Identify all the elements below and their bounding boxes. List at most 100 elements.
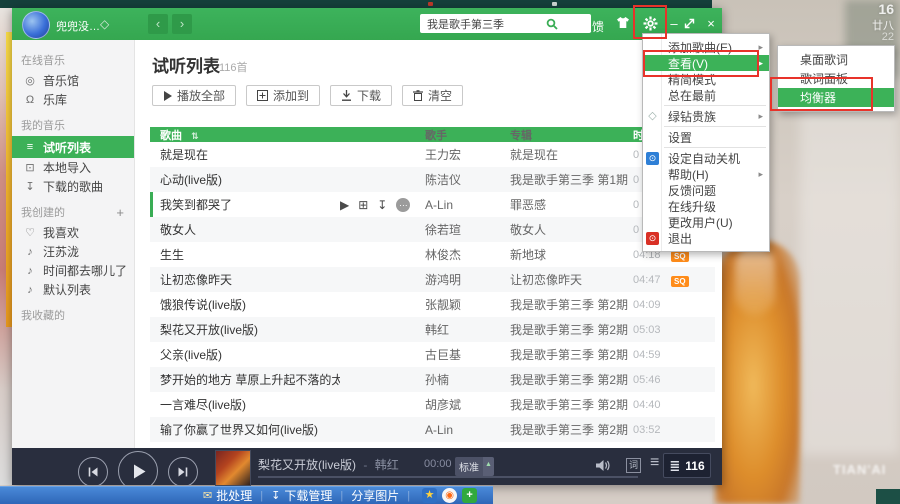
page-title: 试听列表 bbox=[152, 52, 220, 77]
menu-item-label: 在线升级 bbox=[668, 198, 716, 215]
quality-selector[interactable]: 标准 ▲ bbox=[455, 457, 494, 476]
row-add-icon[interactable]: ⊞ bbox=[358, 198, 368, 212]
menu-item[interactable]: 总在最前 bbox=[643, 87, 769, 103]
titlebar: 兜兜没… ◇ ‹ › 反馈 – × bbox=[12, 8, 722, 40]
sidebar-item[interactable]: ♪ 汪苏泷 bbox=[12, 242, 134, 261]
cell-album: 我是歌手第三季 第2期 bbox=[510, 321, 633, 338]
close-button[interactable]: × bbox=[703, 17, 719, 31]
username[interactable]: 兜兜没… bbox=[56, 18, 100, 34]
sidebar-section-label: 在线音乐 bbox=[21, 52, 65, 68]
add-green-icon[interactable]: + bbox=[462, 488, 477, 503]
sidebar-item[interactable]: ◎ 音乐馆 bbox=[12, 71, 134, 90]
table-row[interactable]: 一言难尽(live版) 胡彦斌 我是歌手第三季 第2期 04:40 bbox=[150, 392, 715, 417]
feedback-link[interactable]: 反馈 bbox=[580, 18, 604, 35]
nav-forward-button[interactable]: › bbox=[172, 14, 192, 34]
play-button[interactable] bbox=[118, 451, 158, 491]
submenu-item-label: 桌面歌词 bbox=[800, 51, 848, 68]
sidebar-item[interactable]: ♪ 默认列表 bbox=[12, 280, 134, 299]
play-icon bbox=[163, 91, 172, 101]
cell-album: 敬女人 bbox=[510, 221, 633, 238]
menu-item[interactable]: 在线升级 bbox=[643, 198, 769, 214]
now-playing-song: 梨花又开放(live版) bbox=[258, 458, 356, 472]
table-row[interactable]: 让初恋像昨天 游鸿明 让初恋像昨天 04:47 SQ bbox=[150, 267, 715, 292]
table-row[interactable]: 输了你赢了世界又如何(live版) A-Lin 我是歌手第三季 第2期 03:5… bbox=[150, 417, 715, 442]
skin-shirt-icon[interactable] bbox=[616, 16, 630, 29]
table-row[interactable]: 梦开始的地方 草原上升起不落的太阳(live版) 孙楠 我是歌手第三季 第2期 … bbox=[150, 367, 715, 392]
menu-item[interactable]: ◇ 绿钻贵族 ▸ bbox=[643, 108, 769, 124]
row-play-icon[interactable]: ▶ bbox=[340, 198, 349, 212]
sidebar-item[interactable]: ♪ 时间都去哪儿了 bbox=[12, 261, 134, 280]
table-row[interactable]: 就是现在 王力宏 就是现在 0 bbox=[150, 142, 715, 167]
taskbar-item[interactable]: ↧ 下载管理 bbox=[271, 487, 332, 504]
sidebar-item-label: 汪苏泷 bbox=[43, 243, 79, 260]
submenu-item[interactable]: 歌词面板 bbox=[778, 69, 894, 88]
previous-track-button[interactable] bbox=[78, 457, 108, 487]
sidebar-item[interactable]: ≡ 试听列表 bbox=[12, 136, 134, 158]
music-note-icon: ♪ bbox=[22, 246, 38, 258]
sidebar-section-label: 我收藏的 bbox=[21, 307, 65, 323]
add-to-button[interactable]: 添加到 bbox=[246, 85, 320, 106]
settings-gear-icon[interactable] bbox=[643, 16, 658, 31]
table-row[interactable]: 父亲(live版) 古巨基 我是歌手第三季 第2期 04:59 bbox=[150, 342, 715, 367]
sidebar-item[interactable]: ⊡ 本地导入 bbox=[12, 158, 134, 177]
sidebar-item[interactable]: ♡ 我喜欢 bbox=[12, 223, 134, 242]
menu-item[interactable]: 添加歌曲(E) ▸ bbox=[643, 39, 769, 55]
playlist-button[interactable]: ≣ 116 bbox=[663, 453, 711, 478]
table-row[interactable]: 饿狼传说(live版) 张靓颖 我是歌手第三季 第2期 04:09 bbox=[150, 292, 715, 317]
minimize-button[interactable]: – bbox=[666, 17, 682, 31]
nav-back-button[interactable]: ‹ bbox=[148, 14, 168, 34]
row-more-icon[interactable]: … bbox=[396, 198, 410, 212]
cell-album: 我是歌手第三季 第1期 bbox=[510, 171, 633, 188]
table-row[interactable]: 心动(live版) 陈洁仪 我是歌手第三季 第1期 0 bbox=[150, 167, 715, 192]
download-button[interactable]: 下载 bbox=[330, 85, 392, 106]
search-icon[interactable] bbox=[546, 18, 558, 30]
taskbar-item-label: 下载管理 bbox=[284, 487, 332, 504]
row-download-icon[interactable]: ↧ bbox=[377, 198, 387, 212]
volume-icon[interactable] bbox=[596, 459, 611, 472]
table-row[interactable]: 敬女人 徐若瑄 敬女人 0 bbox=[150, 217, 715, 242]
table-row[interactable]: 我笑到都哭了 ▶ ⊞ ↧ … A-Lin 罪恶感 0 bbox=[150, 192, 715, 217]
submenu-item[interactable]: 均衡器 bbox=[778, 88, 894, 107]
restore-button[interactable] bbox=[684, 18, 700, 29]
sidebar-item[interactable]: ↧ 下载的歌曲 bbox=[12, 177, 134, 196]
menu-item[interactable]: 反馈问题 bbox=[643, 182, 769, 198]
menu-item[interactable]: ⊙ 退出 bbox=[643, 230, 769, 246]
add-playlist-button[interactable]: + bbox=[116, 205, 124, 220]
submenu-item[interactable]: 桌面歌词 bbox=[778, 50, 894, 69]
play-mode-icon[interactable]: ≡ bbox=[650, 454, 659, 472]
clear-button[interactable]: 清空 bbox=[402, 85, 463, 106]
weibo-icon[interactable]: ◉ bbox=[442, 488, 457, 503]
sidebar-item-label: 音乐馆 bbox=[43, 72, 79, 89]
taskbar-item[interactable]: 分享图片 bbox=[351, 487, 399, 504]
sort-icon[interactable]: ⇅ bbox=[191, 131, 199, 141]
menu-item[interactable]: 设置 bbox=[643, 129, 769, 145]
music-hall-icon: ◎ bbox=[22, 74, 38, 87]
menu-item[interactable]: 更改用户(U) bbox=[643, 214, 769, 230]
menu-item-label: 设置 bbox=[668, 129, 692, 146]
header-song[interactable]: 歌曲 ⇅ bbox=[150, 127, 340, 143]
progress-bar[interactable] bbox=[258, 476, 638, 478]
taskbar-items: ✉ 批处理 | ↧ 下载管理 | 分享图片 | bbox=[203, 487, 410, 504]
cell-album: 让初恋像昨天 bbox=[510, 271, 633, 288]
cell-album: 我是歌手第三季 第2期 bbox=[510, 346, 633, 363]
taskbar-item[interactable]: ✉ 批处理 bbox=[203, 487, 252, 504]
album-art[interactable] bbox=[215, 450, 251, 486]
play-all-button[interactable]: 播放全部 bbox=[152, 85, 236, 106]
lyrics-toggle-icon[interactable]: 词 bbox=[626, 458, 641, 473]
cell-artist: 胡彦斌 bbox=[425, 396, 510, 413]
table-row[interactable]: 梨花又开放(live版) 韩红 我是歌手第三季 第2期 05:03 bbox=[150, 317, 715, 342]
avatar[interactable] bbox=[22, 11, 50, 39]
menu-item[interactable]: 帮助(H) ▸ bbox=[643, 166, 769, 182]
table-row[interactable]: 生生 林俊杰 新地球 04:18 SQ bbox=[150, 242, 715, 267]
qzone-star-icon[interactable]: ★ bbox=[422, 488, 437, 503]
search-input[interactable] bbox=[420, 14, 591, 33]
next-track-button[interactable] bbox=[168, 457, 198, 487]
cell-artist: 游鸿明 bbox=[425, 271, 510, 288]
background-page-panel bbox=[800, 55, 900, 455]
menu-item[interactable]: 查看(V) ▸ bbox=[643, 55, 769, 71]
menu-item[interactable]: 精简模式 bbox=[643, 71, 769, 87]
menu-item[interactable]: ⊙ 设定自动关机 bbox=[643, 150, 769, 166]
sidebar-item-label: 下载的歌曲 bbox=[43, 178, 103, 195]
sidebar-item[interactable]: Ω 乐库 bbox=[12, 90, 134, 109]
cell-song-title: 生生 bbox=[150, 246, 340, 263]
